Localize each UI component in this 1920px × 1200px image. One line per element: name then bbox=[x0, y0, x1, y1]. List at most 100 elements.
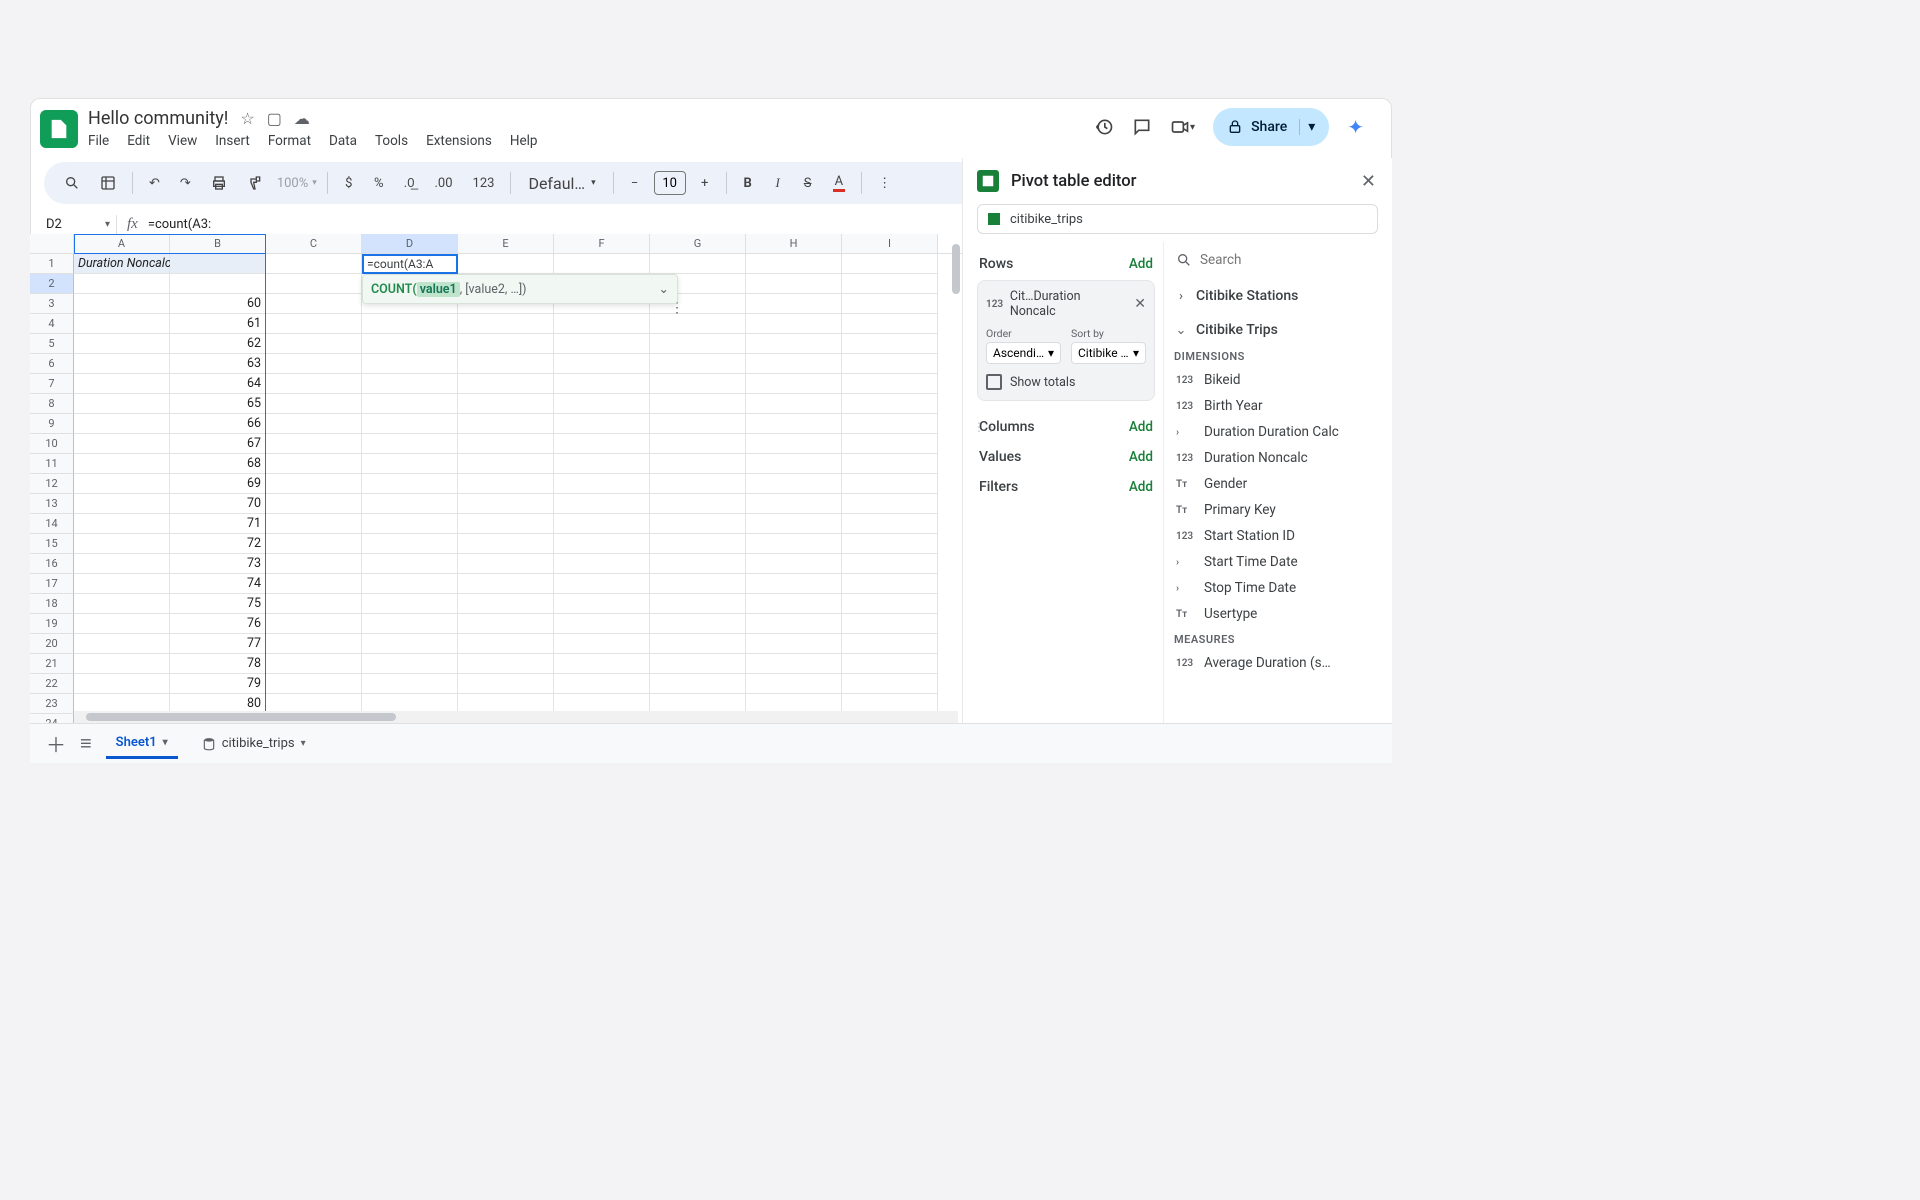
dimension-field[interactable]: ›Start Time Date bbox=[1174, 549, 1382, 575]
remove-chip-icon[interactable]: ✕ bbox=[1134, 296, 1146, 312]
cell-F8[interactable] bbox=[554, 394, 650, 414]
cell-F4[interactable] bbox=[554, 314, 650, 334]
cell-C13[interactable] bbox=[266, 494, 362, 514]
cell-I20[interactable] bbox=[842, 634, 938, 654]
col-header-C[interactable]: C bbox=[266, 234, 362, 253]
cell-H13[interactable] bbox=[746, 494, 842, 514]
col-header-B[interactable]: B bbox=[170, 234, 266, 253]
cell-E11[interactable] bbox=[458, 454, 554, 474]
cell-C11[interactable] bbox=[266, 454, 362, 474]
cell-E7[interactable] bbox=[458, 374, 554, 394]
meet-icon[interactable]: ▾ bbox=[1170, 117, 1195, 137]
cell-F5[interactable] bbox=[554, 334, 650, 354]
cell-C5[interactable] bbox=[266, 334, 362, 354]
cell-D10[interactable] bbox=[362, 434, 458, 454]
cell-D22[interactable] bbox=[362, 674, 458, 694]
cell-A9[interactable] bbox=[74, 414, 170, 434]
cell-B16[interactable]: 73 bbox=[170, 554, 266, 574]
cell-D12[interactable] bbox=[362, 474, 458, 494]
cell-D15[interactable] bbox=[362, 534, 458, 554]
cell-B7[interactable]: 64 bbox=[170, 374, 266, 394]
document-title[interactable]: Hello community! bbox=[88, 108, 228, 129]
menu-file[interactable]: File bbox=[88, 133, 109, 149]
col-header-H[interactable]: H bbox=[746, 234, 842, 253]
add-filters-button[interactable]: Add bbox=[1129, 479, 1153, 495]
cell-C10[interactable] bbox=[266, 434, 362, 454]
gemini-icon[interactable]: ✦ bbox=[1347, 115, 1364, 139]
filter-views-icon[interactable] bbox=[94, 171, 122, 195]
cell-G1[interactable] bbox=[650, 254, 746, 274]
cell-B2[interactable] bbox=[170, 274, 266, 294]
history-icon[interactable] bbox=[1094, 117, 1114, 137]
cell-B22[interactable]: 79 bbox=[170, 674, 266, 694]
field-search[interactable] bbox=[1174, 248, 1382, 276]
row-header[interactable]: 13 bbox=[30, 494, 74, 514]
more-toolbar-icon[interactable]: ⋮ bbox=[872, 172, 897, 195]
drag-handle-icon[interactable]: ⋮⋮ bbox=[973, 420, 997, 434]
cell-H6[interactable] bbox=[746, 354, 842, 374]
cell-E20[interactable] bbox=[458, 634, 554, 654]
cell-I1[interactable] bbox=[842, 254, 938, 274]
cell-I17[interactable] bbox=[842, 574, 938, 594]
row-header[interactable]: 12 bbox=[30, 474, 74, 494]
cell-A3[interactable] bbox=[74, 294, 170, 314]
tab-sheet1[interactable]: Sheet1▾ bbox=[106, 729, 178, 759]
cell-B4[interactable]: 61 bbox=[170, 314, 266, 334]
cell-A18[interactable] bbox=[74, 594, 170, 614]
row-header[interactable]: 14 bbox=[30, 514, 74, 534]
cell-C8[interactable] bbox=[266, 394, 362, 414]
cell-E16[interactable] bbox=[458, 554, 554, 574]
row-header[interactable]: 23 bbox=[30, 694, 74, 714]
cell-D18[interactable] bbox=[362, 594, 458, 614]
cell-E17[interactable] bbox=[458, 574, 554, 594]
cell-F6[interactable] bbox=[554, 354, 650, 374]
cell-B10[interactable]: 67 bbox=[170, 434, 266, 454]
cell-H5[interactable] bbox=[746, 334, 842, 354]
cell-H18[interactable] bbox=[746, 594, 842, 614]
cell-I7[interactable] bbox=[842, 374, 938, 394]
cell-B21[interactable]: 78 bbox=[170, 654, 266, 674]
cell-H11[interactable] bbox=[746, 454, 842, 474]
font-size-input[interactable]: 10 bbox=[654, 171, 686, 195]
field-search-input[interactable] bbox=[1200, 252, 1380, 268]
cell-D5[interactable] bbox=[362, 334, 458, 354]
cell-A10[interactable] bbox=[74, 434, 170, 454]
spreadsheet-grid[interactable]: A B C D E F G H I 1Duration Noncalc23604… bbox=[30, 234, 962, 723]
cell-F14[interactable] bbox=[554, 514, 650, 534]
cell-I14[interactable] bbox=[842, 514, 938, 534]
row-header[interactable]: 8 bbox=[30, 394, 74, 414]
comment-icon[interactable] bbox=[1132, 117, 1152, 137]
cell-I8[interactable] bbox=[842, 394, 938, 414]
paint-format-icon[interactable] bbox=[241, 171, 269, 195]
cell-G4[interactable] bbox=[650, 314, 746, 334]
cell-E5[interactable] bbox=[458, 334, 554, 354]
cell-D17[interactable] bbox=[362, 574, 458, 594]
row-header[interactable]: 21 bbox=[30, 654, 74, 674]
group-trips[interactable]: ⌄Citibike Trips bbox=[1174, 316, 1382, 344]
cell-C14[interactable] bbox=[266, 514, 362, 534]
cell-B8[interactable]: 65 bbox=[170, 394, 266, 414]
currency-icon[interactable]: $ bbox=[338, 172, 360, 195]
cell-F7[interactable] bbox=[554, 374, 650, 394]
cell-C4[interactable] bbox=[266, 314, 362, 334]
cell-E22[interactable] bbox=[458, 674, 554, 694]
cell-H19[interactable] bbox=[746, 614, 842, 634]
cell-H21[interactable] bbox=[746, 654, 842, 674]
cell-B14[interactable]: 71 bbox=[170, 514, 266, 534]
sortby-select[interactable]: Citibike …▾ bbox=[1071, 342, 1146, 364]
dimension-field[interactable]: ›Stop Time Date bbox=[1174, 575, 1382, 601]
cell-D19[interactable] bbox=[362, 614, 458, 634]
cell-G11[interactable] bbox=[650, 454, 746, 474]
cell-D8[interactable] bbox=[362, 394, 458, 414]
cell-G6[interactable] bbox=[650, 354, 746, 374]
cell-I3[interactable] bbox=[842, 294, 938, 314]
cell-H1[interactable] bbox=[746, 254, 842, 274]
formula-suggestion[interactable]: COUNT(value1, [value2, …]) ⌄ bbox=[362, 274, 678, 304]
row-header[interactable]: 3 bbox=[30, 294, 74, 314]
increase-decimal-icon[interactable]: .00 bbox=[428, 172, 458, 195]
cell-H3[interactable] bbox=[746, 294, 842, 314]
cell-C7[interactable] bbox=[266, 374, 362, 394]
cell-G14[interactable] bbox=[650, 514, 746, 534]
cell-F21[interactable] bbox=[554, 654, 650, 674]
move-icon[interactable]: ▢ bbox=[267, 109, 282, 128]
